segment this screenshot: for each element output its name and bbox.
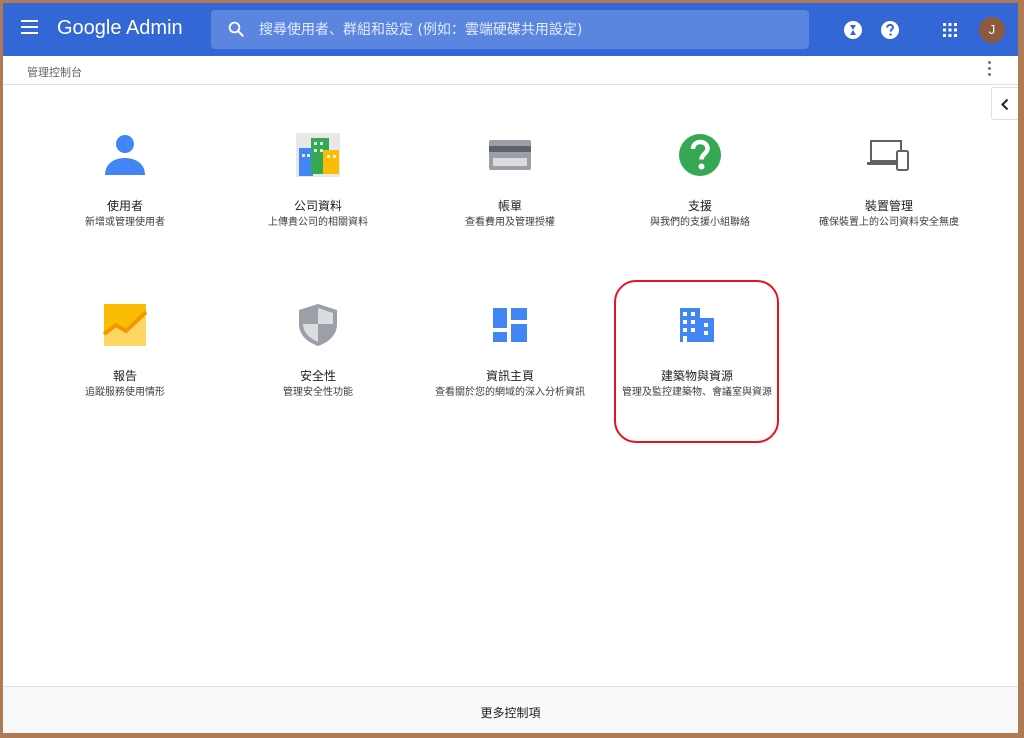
tile-description: 與我們的支援小組聯絡 xyxy=(650,217,750,228)
tile-devices[interactable]: 裝置管理 確保裝置上的公司資料安全無虞 xyxy=(804,130,974,280)
tile-title: 裝置管理 xyxy=(864,199,913,213)
menu-icon[interactable] xyxy=(21,20,41,38)
tile-description: 查看關於您的網域的深入分析資訊 xyxy=(435,387,585,398)
tile-title: 公司資料 xyxy=(293,199,342,213)
apps-grid-icon[interactable] xyxy=(940,20,960,40)
app-title[interactable]: Google Admin xyxy=(57,17,183,40)
company-buildings-icon xyxy=(296,133,340,177)
tile-description: 上傳貴公司的相關資料 xyxy=(268,217,368,228)
dashboard-icon xyxy=(493,308,527,342)
footer-bar: 更多控制項 xyxy=(3,686,1018,733)
tile-reports[interactable]: 報告 追蹤服務使用情形 xyxy=(40,300,210,450)
avatar[interactable]: J xyxy=(979,17,1005,43)
admin-window: Google Admin J 管理控制台 xyxy=(3,3,1018,733)
search-box[interactable] xyxy=(211,10,809,49)
help-circle-icon xyxy=(679,134,721,176)
tile-billing[interactable]: 帳單 查看費用及管理授權 xyxy=(425,130,595,280)
tile-title: 使用者 xyxy=(106,199,143,213)
chevron-left-icon xyxy=(1001,98,1009,111)
credit-card-icon xyxy=(489,140,531,170)
tile-description: 管理安全性功能 xyxy=(283,387,353,398)
tile-title: 支援 xyxy=(687,199,712,213)
tile-security[interactable]: 安全性 管理安全性功能 xyxy=(233,300,403,450)
hourglass-icon[interactable] xyxy=(843,20,863,40)
help-icon[interactable] xyxy=(880,20,900,40)
person-icon xyxy=(105,135,145,175)
tile-title: 安全性 xyxy=(299,369,336,383)
tile-description: 追蹤服務使用情形 xyxy=(85,387,165,398)
top-app-bar: Google Admin J xyxy=(3,3,1018,56)
tile-users[interactable]: 使用者 新增或管理使用者 xyxy=(40,130,210,280)
breadcrumb[interactable]: 管理控制台 xyxy=(27,64,82,80)
more-controls-button[interactable]: 更多控制項 xyxy=(480,704,540,721)
tile-dashboard[interactable]: 資訊主頁 查看關於您的網域的深入分析資訊 xyxy=(425,300,595,450)
tile-description: 新增或管理使用者 xyxy=(85,217,165,228)
search-icon xyxy=(228,21,244,37)
tile-support[interactable]: 支援 與我們的支援小組聯絡 xyxy=(615,130,785,280)
breadcrumb-bar: 管理控制台 xyxy=(3,56,1018,85)
tile-title: 報告 xyxy=(112,369,137,383)
tile-description: 確保裝置上的公司資料安全無虞 xyxy=(819,217,959,228)
tile-description: 查看費用及管理授權 xyxy=(465,217,555,228)
tile-title: 資訊主頁 xyxy=(485,369,534,383)
tile-company-profile[interactable]: 公司資料 上傳貴公司的相關資料 xyxy=(233,130,403,280)
laptop-phone-icon xyxy=(867,140,909,171)
more-vert-icon[interactable] xyxy=(986,61,992,79)
tile-title: 帳單 xyxy=(497,199,522,213)
search-input[interactable] xyxy=(259,10,799,49)
shield-icon xyxy=(299,304,337,346)
collapse-panel-button[interactable] xyxy=(991,87,1018,120)
chart-trend-icon xyxy=(102,304,148,346)
highlight-annotation xyxy=(614,280,779,443)
